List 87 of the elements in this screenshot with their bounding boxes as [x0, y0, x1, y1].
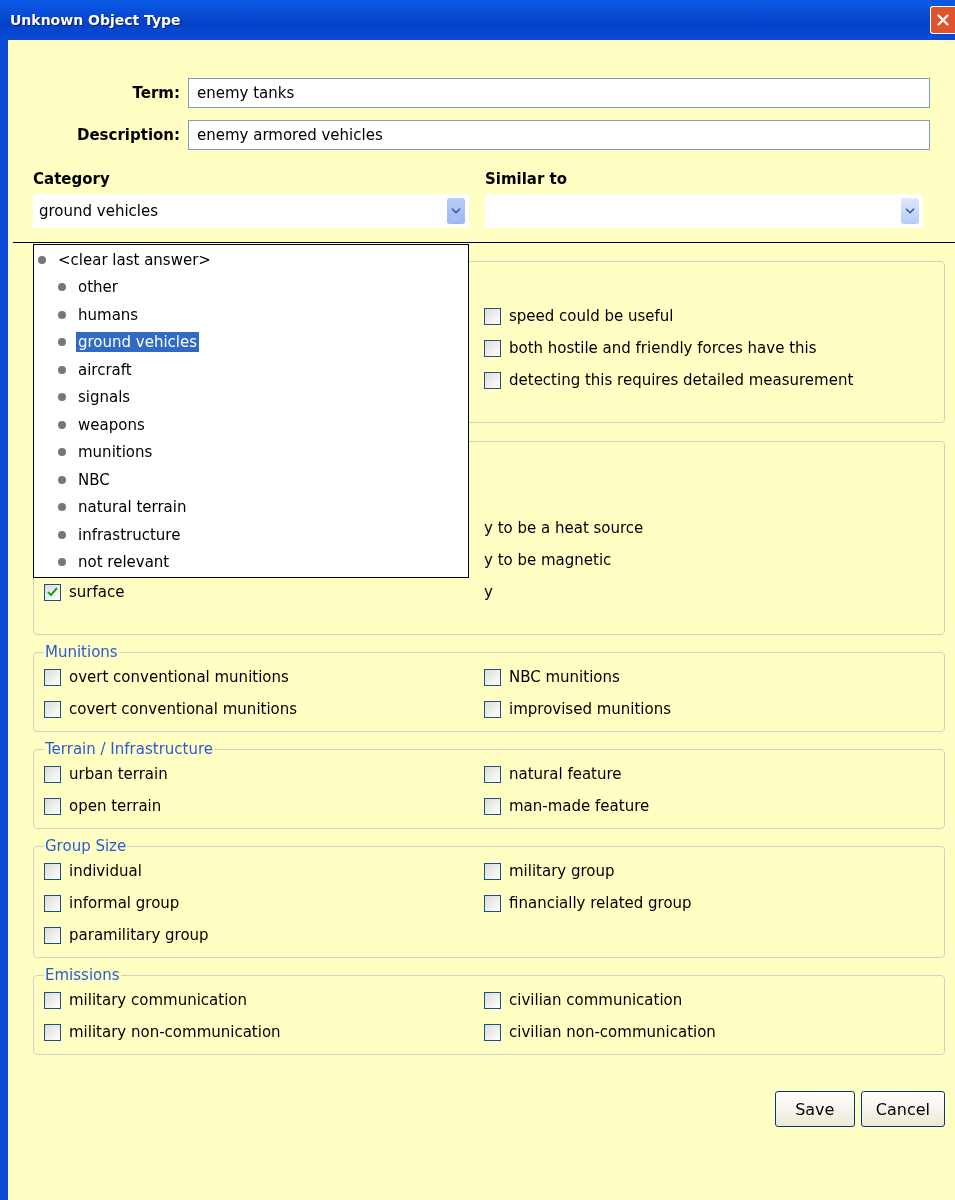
checkbox-label: informal group [69, 894, 180, 912]
checkbox-label: open terrain [69, 797, 162, 815]
checkbox[interactable] [484, 339, 501, 357]
category-combobox[interactable]: ground vehicles [33, 194, 469, 228]
checkbox-label: NBC munitions [509, 668, 620, 686]
checkbox-label: speed could be useful [509, 307, 674, 325]
checkbox[interactable] [44, 797, 61, 815]
checkbox[interactable] [44, 765, 61, 783]
category-label: Category [33, 170, 111, 188]
dropdown-option[interactable]: munitions [76, 442, 155, 463]
bullet-icon [58, 530, 66, 539]
checkbox-label: financially related group [509, 894, 692, 912]
checkbox-label: y to be magnetic [484, 551, 612, 569]
group-legend: Group Size [44, 837, 128, 855]
dropdown-option[interactable]: humans [76, 304, 141, 325]
field-label: Term: [131, 84, 181, 102]
dropdown-option[interactable]: signals [76, 387, 133, 408]
dropdown-option[interactable]: other [76, 277, 120, 298]
group-legend: Terrain / Infrastructure [44, 740, 214, 758]
bullet-icon [58, 365, 66, 374]
checkbox-label: military communication [69, 991, 247, 1009]
checkbox-label: urban terrain [69, 765, 168, 783]
checkbox[interactable] [44, 1023, 61, 1041]
field-label: Description: [76, 126, 181, 144]
bullet-icon [58, 448, 66, 457]
checkbox[interactable] [44, 991, 61, 1009]
checkbox-label: both hostile and friendly forces have this [509, 339, 817, 357]
checkbox[interactable] [484, 991, 501, 1009]
text-field[interactable]: enemy tanks [188, 78, 930, 108]
dropdown-option[interactable]: aircraft [76, 359, 134, 380]
bullet-icon [58, 420, 66, 429]
checkbox-label: military group [509, 862, 615, 880]
checkbox-label: covert conventional munitions [69, 700, 298, 718]
dropdown-chevron-icon[interactable] [901, 198, 919, 224]
checkbox[interactable] [484, 894, 501, 912]
checkbox-label: y to be a heat source [484, 519, 644, 537]
checkbox-label: overt conventional munitions [69, 668, 289, 686]
checkbox[interactable] [44, 894, 61, 912]
checkbox[interactable] [44, 668, 61, 686]
checkbox[interactable] [484, 797, 501, 815]
group-legend: Munitions [44, 643, 119, 661]
dropdown-chevron-icon[interactable] [447, 198, 465, 224]
save-button[interactable]: Save [774, 1091, 855, 1127]
checkbox[interactable] [44, 926, 61, 944]
close-icon[interactable] [934, 11, 952, 29]
checkbox-label: y [484, 583, 493, 601]
checkbox[interactable] [484, 862, 501, 880]
bullet-icon [58, 338, 66, 347]
checkbox[interactable] [484, 307, 501, 325]
group-legend: Emissions [44, 966, 121, 984]
dropdown-option[interactable]: infrastructure [76, 524, 183, 545]
bullet-icon [58, 283, 66, 292]
checkbox-label: natural feature [509, 765, 622, 783]
checkbox-label: improvised munitions [509, 700, 672, 718]
checkbox-label: individual [69, 862, 142, 880]
checkbox-label: man-made feature [509, 797, 650, 815]
similar-to-label: Similar to [485, 170, 569, 188]
window-title: Unknown Object Type [10, 12, 181, 28]
cancel-button[interactable]: Cancel [860, 1091, 945, 1127]
bullet-icon [38, 255, 46, 264]
checkbox[interactable] [484, 668, 501, 686]
checkbox[interactable] [484, 371, 501, 389]
checkbox-label: detecting this requires detailed measurement [509, 371, 854, 389]
dropdown-option[interactable]: ground vehicles [76, 332, 200, 353]
checkbox-label: civilian non-communication [509, 1023, 716, 1041]
checkbox[interactable] [484, 700, 501, 718]
checkbox-label: military non-communication [69, 1023, 281, 1041]
bullet-icon [58, 475, 66, 484]
dropdown-option[interactable]: weapons [76, 414, 147, 435]
checkbox[interactable] [44, 700, 61, 718]
dropdown-option[interactable]: NBC [76, 469, 112, 490]
dropdown-option[interactable]: not relevant [76, 552, 172, 573]
checkbox-label: paramilitary group [69, 926, 209, 944]
bullet-icon [58, 503, 66, 512]
text-field[interactable]: enemy armored vehicles [188, 120, 930, 150]
checkbox-label: surface [69, 583, 125, 601]
close-button[interactable] [930, 6, 955, 34]
bullet-icon [58, 558, 66, 567]
bullet-icon [58, 310, 66, 319]
checkbox[interactable] [484, 765, 501, 783]
dropdown-option[interactable]: natural terrain [76, 497, 189, 518]
dropdown-option[interactable]: <clear last answer> [56, 249, 213, 270]
checkbox[interactable] [44, 583, 61, 601]
checkbox[interactable] [484, 1023, 501, 1041]
checkbox-label: civilian communication [509, 991, 683, 1009]
checkbox[interactable] [44, 862, 61, 880]
bullet-icon [58, 393, 66, 402]
